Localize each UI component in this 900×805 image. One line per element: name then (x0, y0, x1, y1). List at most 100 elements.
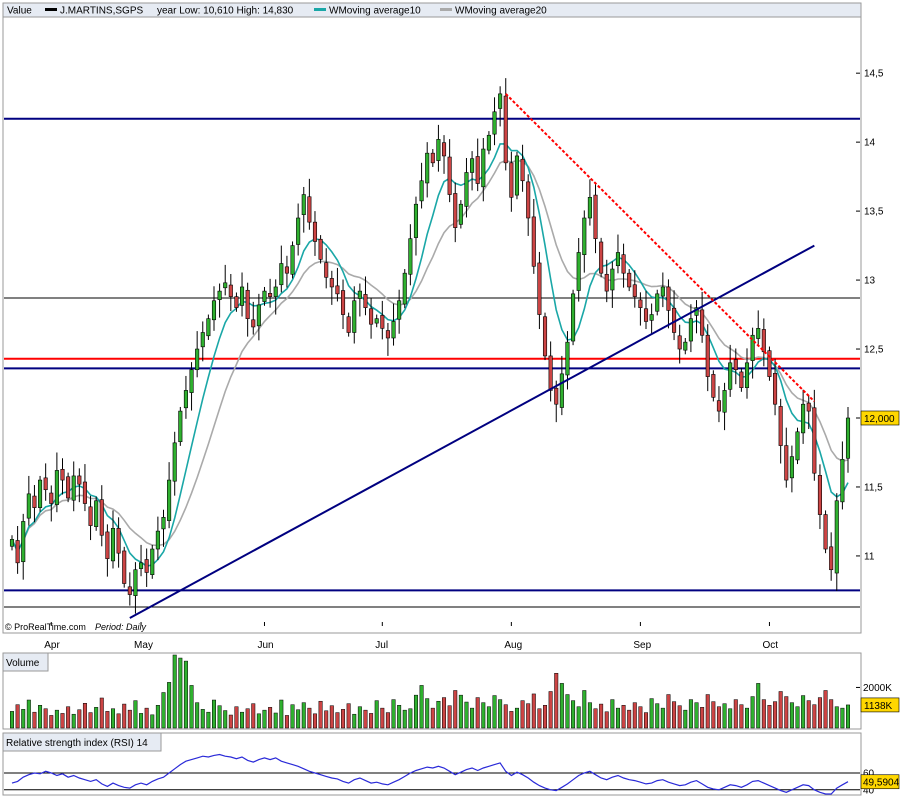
candle-body (150, 548, 155, 575)
candle-body (279, 263, 284, 286)
month-label: Jul (375, 640, 388, 651)
rsi-title: Relative strength index (RSI) 14 (6, 738, 148, 749)
volume-bar (846, 704, 850, 729)
volume-bar (498, 699, 503, 729)
volume-bar (77, 709, 82, 729)
candle-body (615, 252, 620, 267)
volume-bar (139, 713, 144, 729)
candle-body (54, 470, 59, 505)
candle-body (744, 362, 750, 388)
candle-body (15, 540, 20, 564)
volume-bar (672, 701, 677, 729)
candle-body (587, 197, 592, 219)
candle-body (789, 456, 794, 479)
candle-body (705, 334, 710, 377)
volume-bar (722, 703, 727, 729)
candle-body (509, 162, 514, 198)
volume-bar (548, 691, 553, 729)
candle-body (778, 406, 783, 446)
candle-body (716, 400, 721, 412)
volume-bar (357, 706, 362, 729)
volume-bar (144, 707, 149, 729)
candle-body (711, 374, 716, 398)
candle-body (105, 531, 110, 559)
candle-body (240, 286, 245, 306)
volume-bar (716, 706, 721, 729)
volume-bar (296, 709, 301, 729)
volume-bar (705, 694, 710, 729)
candle-body (447, 156, 452, 195)
candle-body (604, 273, 609, 292)
volume-bar (195, 702, 200, 729)
volume-bar (66, 706, 71, 729)
candle-body (660, 286, 665, 297)
header-range: year Low: 10,610 High: 14,830 (157, 6, 294, 17)
series-swatch (45, 8, 57, 11)
candle-body (195, 348, 200, 371)
candle-body (374, 318, 379, 324)
volume-bar (688, 699, 693, 729)
volume-bar (576, 706, 581, 729)
rsi-current-label: 49,5904 (863, 778, 900, 789)
candle-body (273, 286, 278, 297)
volume-bar (795, 706, 800, 729)
volume-bar (486, 706, 491, 729)
volume-bar (801, 695, 806, 729)
volume-bar (543, 705, 548, 729)
volume-bar (155, 705, 160, 729)
volume-bar (694, 702, 699, 729)
volume-bar (632, 702, 637, 729)
candle-body (71, 475, 76, 501)
y-tick-label: 11,5 (864, 482, 883, 493)
volume-bar (82, 703, 87, 729)
candle-body (643, 308, 649, 322)
candle-body (688, 318, 693, 342)
volume-bar (733, 699, 738, 729)
volume-bar (520, 700, 525, 729)
volume-bar (475, 697, 480, 729)
month-label: Jun (257, 640, 273, 651)
candle-body (773, 373, 778, 405)
volume-bar (346, 703, 351, 729)
candle-body (144, 559, 149, 573)
volume-bar (217, 705, 222, 729)
candle-body (324, 262, 329, 278)
volume-bar (509, 711, 514, 729)
volume-bar (54, 709, 59, 729)
volume-bar (745, 707, 749, 729)
candle-body (290, 245, 295, 275)
volume-bar (812, 704, 817, 729)
volume-bar (352, 713, 357, 729)
month-label: May (134, 640, 153, 651)
candle-body (32, 495, 37, 508)
current-price-label: 12,000 (864, 414, 895, 425)
volume-bar (251, 703, 256, 729)
candle-body (116, 528, 121, 554)
volume-bar (604, 711, 609, 729)
candle-body (571, 293, 576, 342)
volume-bar (756, 683, 761, 729)
candle-body (542, 316, 548, 357)
candle-body (211, 300, 217, 321)
candle-body (565, 341, 570, 376)
candle-body (262, 290, 267, 302)
volume-bar (223, 710, 228, 729)
volume-bar (666, 694, 671, 729)
volume-bar (402, 709, 407, 729)
volume-bar (133, 700, 138, 729)
volume-bar (413, 694, 418, 729)
candle-body (99, 499, 104, 536)
volume-bar (655, 703, 660, 729)
candle-body (284, 266, 289, 274)
candle-body (503, 95, 508, 164)
volume-bar (559, 683, 564, 729)
volume-bar (94, 707, 99, 729)
volume-bar (649, 698, 654, 729)
volume-bar (773, 701, 778, 729)
volume-bar (582, 690, 587, 729)
volume-bar (458, 694, 463, 729)
volume-bar (391, 699, 396, 729)
candle-body (88, 506, 93, 526)
candle-body (840, 459, 845, 503)
volume-bar (638, 706, 643, 729)
